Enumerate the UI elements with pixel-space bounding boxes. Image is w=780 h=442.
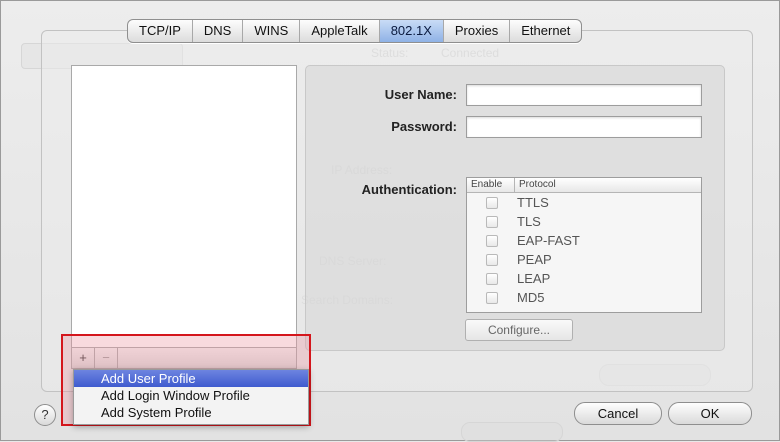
protocol-table-header: Enable Protocol (467, 178, 701, 193)
tab-proxies[interactable]: Proxies (444, 20, 511, 42)
protocol-row-ttls: TTLS (467, 193, 701, 212)
profile-list[interactable] (71, 65, 297, 351)
protocol-name: PEAP (517, 252, 552, 267)
md5-checkbox[interactable] (486, 291, 498, 304)
protocol-name: EAP-FAST (517, 233, 580, 248)
add-profile-menu: Add User Profile Add Login Window Profil… (73, 369, 309, 425)
tab-802-1x[interactable]: 802.1X (379, 20, 444, 42)
ttls-checkbox[interactable] (486, 196, 498, 209)
menu-item-add-user-profile[interactable]: Add User Profile (74, 370, 308, 387)
password-field[interactable] (466, 116, 702, 138)
ok-button[interactable]: OK (668, 402, 752, 425)
network-settings-sheet: Status: Connected IP Address: DNS Server… (0, 0, 780, 442)
tab-tcp-ip[interactable]: TCP/IP (128, 20, 193, 42)
tab-appletalk[interactable]: AppleTalk (300, 20, 380, 42)
authentication-label: Authentication: (361, 182, 457, 197)
tls-checkbox[interactable] (486, 215, 498, 228)
protocol-name: LEAP (517, 271, 551, 286)
help-icon[interactable]: ? (34, 404, 56, 426)
cancel-button[interactable]: Cancel (574, 402, 662, 425)
enable-column-header[interactable]: Enable (467, 178, 515, 192)
eap-fast-checkbox[interactable] (486, 234, 498, 247)
tab-dns[interactable]: DNS (193, 20, 244, 42)
protocol-name: TLS (517, 214, 541, 229)
user-name-label: User Name: (384, 87, 457, 102)
protocol-row-tls: TLS (467, 212, 701, 231)
peap-checkbox[interactable] (486, 253, 498, 266)
protocol-row-md5: MD5 (467, 288, 701, 307)
tab-bar: TCP/IP DNS WINS AppleTalk 802.1X Proxies… (127, 19, 583, 43)
background-assist-button (461, 422, 563, 442)
tab-ethernet[interactable]: Ethernet (510, 20, 581, 42)
protocol-row-leap: LEAP (467, 269, 701, 288)
configure-button[interactable]: Configure... (465, 319, 573, 341)
tab-wins[interactable]: WINS (243, 20, 301, 42)
authentication-protocol-table: Enable Protocol TTLS TLS EAP-FAST PEAP L… (466, 177, 702, 313)
protocol-name: TTLS (517, 195, 549, 210)
protocol-name: MD5 (517, 290, 545, 305)
menu-item-add-system-profile[interactable]: Add System Profile (74, 404, 308, 421)
protocol-row-eap-fast: EAP-FAST (467, 231, 701, 250)
menu-item-add-login-window-profile[interactable]: Add Login Window Profile (74, 387, 308, 404)
user-name-field[interactable] (466, 84, 702, 106)
password-label: Password: (391, 119, 457, 134)
leap-checkbox[interactable] (486, 272, 498, 285)
protocol-column-header[interactable]: Protocol (515, 178, 556, 192)
protocol-row-peap: PEAP (467, 250, 701, 269)
